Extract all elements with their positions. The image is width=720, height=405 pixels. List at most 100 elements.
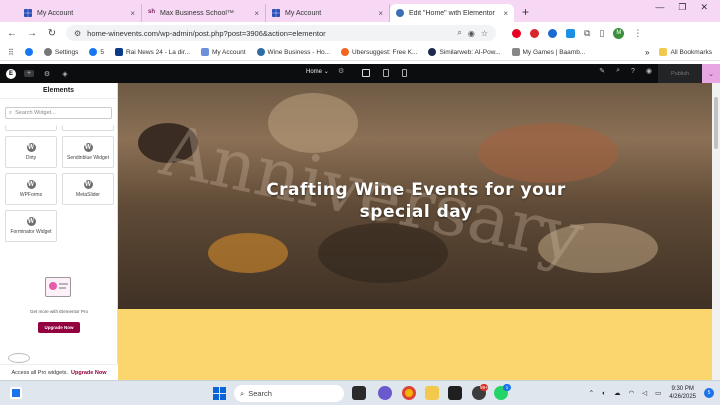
facebook-icon[interactable] bbox=[24, 48, 33, 56]
tab-max-business-school[interactable]: sh Max Business School™ × bbox=[142, 4, 266, 22]
widget-sendinblue[interactable]: W Sendinblue Widget bbox=[62, 136, 114, 168]
window-controls: — ❐ ✕ bbox=[655, 2, 720, 13]
desktop-icon[interactable] bbox=[362, 69, 370, 77]
bookmark-facebook-5[interactable]: 5 bbox=[89, 48, 104, 56]
task-view-icon[interactable] bbox=[352, 386, 366, 400]
star-icon[interactable]: ☆ bbox=[481, 29, 488, 38]
page-settings-icon[interactable]: ⚙ bbox=[338, 67, 344, 75]
topbar-tools: ✎ ⌕ ? ◉ bbox=[599, 67, 652, 75]
new-tab-button[interactable]: + bbox=[522, 5, 529, 19]
notification-count-badge[interactable]: 5 bbox=[704, 388, 714, 398]
volume-icon[interactable]: ◁ bbox=[642, 389, 647, 397]
close-icon[interactable]: × bbox=[130, 9, 135, 18]
extension-icon[interactable] bbox=[548, 28, 557, 38]
minimize-icon[interactable]: — bbox=[655, 2, 664, 13]
screen: My Account × sh Max Business School™ × M… bbox=[0, 0, 720, 405]
tab-my-account-1[interactable]: My Account × bbox=[18, 4, 142, 22]
reload-icon[interactable]: ↻ bbox=[46, 28, 58, 39]
tablet-icon[interactable] bbox=[383, 69, 389, 77]
widget-metaslider[interactable]: W MetaSlider bbox=[62, 173, 114, 205]
hero-heading[interactable]: Crafting Wine Events for your special da… bbox=[118, 179, 714, 223]
puzzle-icon[interactable]: ⧉ bbox=[584, 28, 590, 39]
widget-tile-partial[interactable] bbox=[62, 125, 114, 131]
canvas-scrollbar[interactable] bbox=[712, 83, 720, 380]
bookmark-ubersuggest[interactable]: Ubersuggest: Free K... bbox=[341, 48, 417, 56]
add-element-icon[interactable]: + bbox=[24, 70, 34, 77]
eye-icon[interactable]: ◉ bbox=[468, 29, 475, 38]
close-icon[interactable]: × bbox=[254, 9, 259, 18]
close-window-icon[interactable]: ✕ bbox=[700, 2, 708, 13]
sidepanel-icon[interactable]: ▯ bbox=[599, 28, 604, 39]
battery-icon[interactable]: ▭ bbox=[655, 389, 661, 397]
download-icon[interactable] bbox=[566, 28, 575, 38]
zoom-icon[interactable]: ⌕ bbox=[457, 28, 461, 38]
publish-options-chevron-icon[interactable]: ⌄ bbox=[702, 64, 720, 83]
access-text: Access all Pro widgets. bbox=[11, 369, 69, 376]
pro-access-bar: Access all Pro widgets. Upgrade Now bbox=[0, 364, 118, 380]
all-bookmarks-button[interactable]: All Bookmarks bbox=[659, 48, 712, 56]
bookmark-wine-business[interactable]: Wine Business - Ho... bbox=[256, 48, 330, 56]
tab-edit-home-elementor[interactable]: Edit "Home" with Elementor × bbox=[390, 4, 514, 22]
tab-my-account-2[interactable]: My Account × bbox=[266, 4, 390, 22]
close-icon[interactable]: × bbox=[378, 9, 383, 18]
search-icon[interactable]: ⌕ bbox=[616, 67, 620, 75]
grid-icon bbox=[24, 9, 32, 17]
hero-photo-detail bbox=[478, 123, 618, 183]
publish-button[interactable]: Publish bbox=[658, 64, 702, 83]
hero-photo-detail bbox=[208, 233, 288, 273]
page-selector[interactable]: Home ⌄ bbox=[306, 68, 329, 75]
apps-grid-icon[interactable]: ⠿ bbox=[8, 48, 14, 57]
app-icon[interactable] bbox=[448, 386, 462, 400]
site-info-icon[interactable]: ⚙ bbox=[74, 29, 81, 38]
help-icon[interactable]: ? bbox=[631, 68, 635, 75]
widget-grid: W Dirty W Sendinblue Widget W WPForms W … bbox=[0, 125, 117, 242]
bookmark-rai-news[interactable]: Rai News 24 - La dir... bbox=[114, 48, 190, 56]
url-text[interactable]: home-winevents.com/wp-admin/post.php?pos… bbox=[87, 29, 451, 38]
widget-dirty[interactable]: W Dirty bbox=[5, 136, 57, 168]
menu-icon[interactable]: ⋮ bbox=[633, 28, 642, 39]
omnibox[interactable]: ⚙ home-winevents.com/wp-admin/post.php?p… bbox=[66, 25, 496, 41]
pinterest-icon[interactable] bbox=[512, 28, 521, 38]
chevron-up-icon[interactable]: ⌃ bbox=[589, 389, 594, 397]
bookmark-similarweb[interactable]: Similarweb: AI-Pow... bbox=[428, 48, 501, 56]
yellow-section[interactable] bbox=[118, 309, 714, 380]
widget-wpforms[interactable]: W WPForms bbox=[5, 173, 57, 205]
onedrive-icon[interactable]: ☁ bbox=[614, 389, 621, 397]
preview-icon[interactable]: ◉ bbox=[646, 67, 652, 75]
settings-sliders-icon[interactable]: ⚙ bbox=[42, 70, 52, 78]
close-icon[interactable]: × bbox=[503, 9, 508, 18]
upgrade-now-link[interactable]: Upgrade Now bbox=[71, 370, 106, 376]
mobile-icon[interactable] bbox=[402, 69, 407, 77]
search-icon: ⌕ bbox=[9, 109, 13, 116]
widget-forminator[interactable]: W Forminator Widget bbox=[5, 210, 57, 242]
elementor-logo-icon[interactable]: E bbox=[6, 68, 16, 79]
clock[interactable]: 9:30 PM 4/26/2025 bbox=[669, 385, 696, 401]
bookmark-my-games[interactable]: My Games | Baamb... bbox=[511, 48, 585, 56]
structure-icon[interactable]: ◈ bbox=[60, 70, 70, 78]
wifi-icon[interactable]: ◠ bbox=[628, 389, 634, 397]
windows-taskbar: ⌕ Search 99+ 1 ⌃ ◐ ☁ ◠ ◁ ▭ 9:30 PM 4/26/… bbox=[0, 380, 720, 405]
opera-icon[interactable] bbox=[530, 28, 539, 38]
back-icon[interactable]: ← bbox=[6, 28, 18, 39]
scrollbar-thumb[interactable] bbox=[714, 97, 718, 149]
forward-icon[interactable]: → bbox=[26, 28, 38, 39]
widget-tile-partial[interactable] bbox=[5, 125, 57, 131]
upgrade-now-button[interactable]: Upgrade Now bbox=[38, 322, 80, 333]
more-bookmarks-button[interactable]: » bbox=[645, 48, 649, 57]
widget-search-input[interactable]: ⌕ Search Widget... bbox=[5, 107, 112, 119]
profile-avatar[interactable]: M bbox=[613, 27, 625, 39]
bookmark-my-account[interactable]: My Account bbox=[200, 48, 246, 56]
widgets-icon[interactable] bbox=[10, 387, 22, 399]
site-settings-icon[interactable]: ✎ bbox=[599, 67, 605, 75]
tray-app-icon[interactable]: ◐ bbox=[602, 390, 606, 397]
taskbar-search[interactable]: ⌕ Search bbox=[234, 385, 344, 402]
windows-start-icon[interactable] bbox=[213, 387, 226, 400]
grid-icon bbox=[272, 9, 280, 17]
tab-title: Edit "Home" with Elementor bbox=[409, 9, 495, 17]
chrome-icon[interactable] bbox=[402, 386, 416, 400]
file-explorer-icon[interactable] bbox=[425, 386, 439, 400]
bookmark-settings[interactable]: Settings bbox=[43, 48, 78, 56]
maximize-icon[interactable]: ❐ bbox=[678, 2, 686, 13]
copilot-icon[interactable] bbox=[378, 386, 392, 400]
hero-section[interactable]: Anniversary Crafting Wine Events for you… bbox=[118, 83, 714, 309]
